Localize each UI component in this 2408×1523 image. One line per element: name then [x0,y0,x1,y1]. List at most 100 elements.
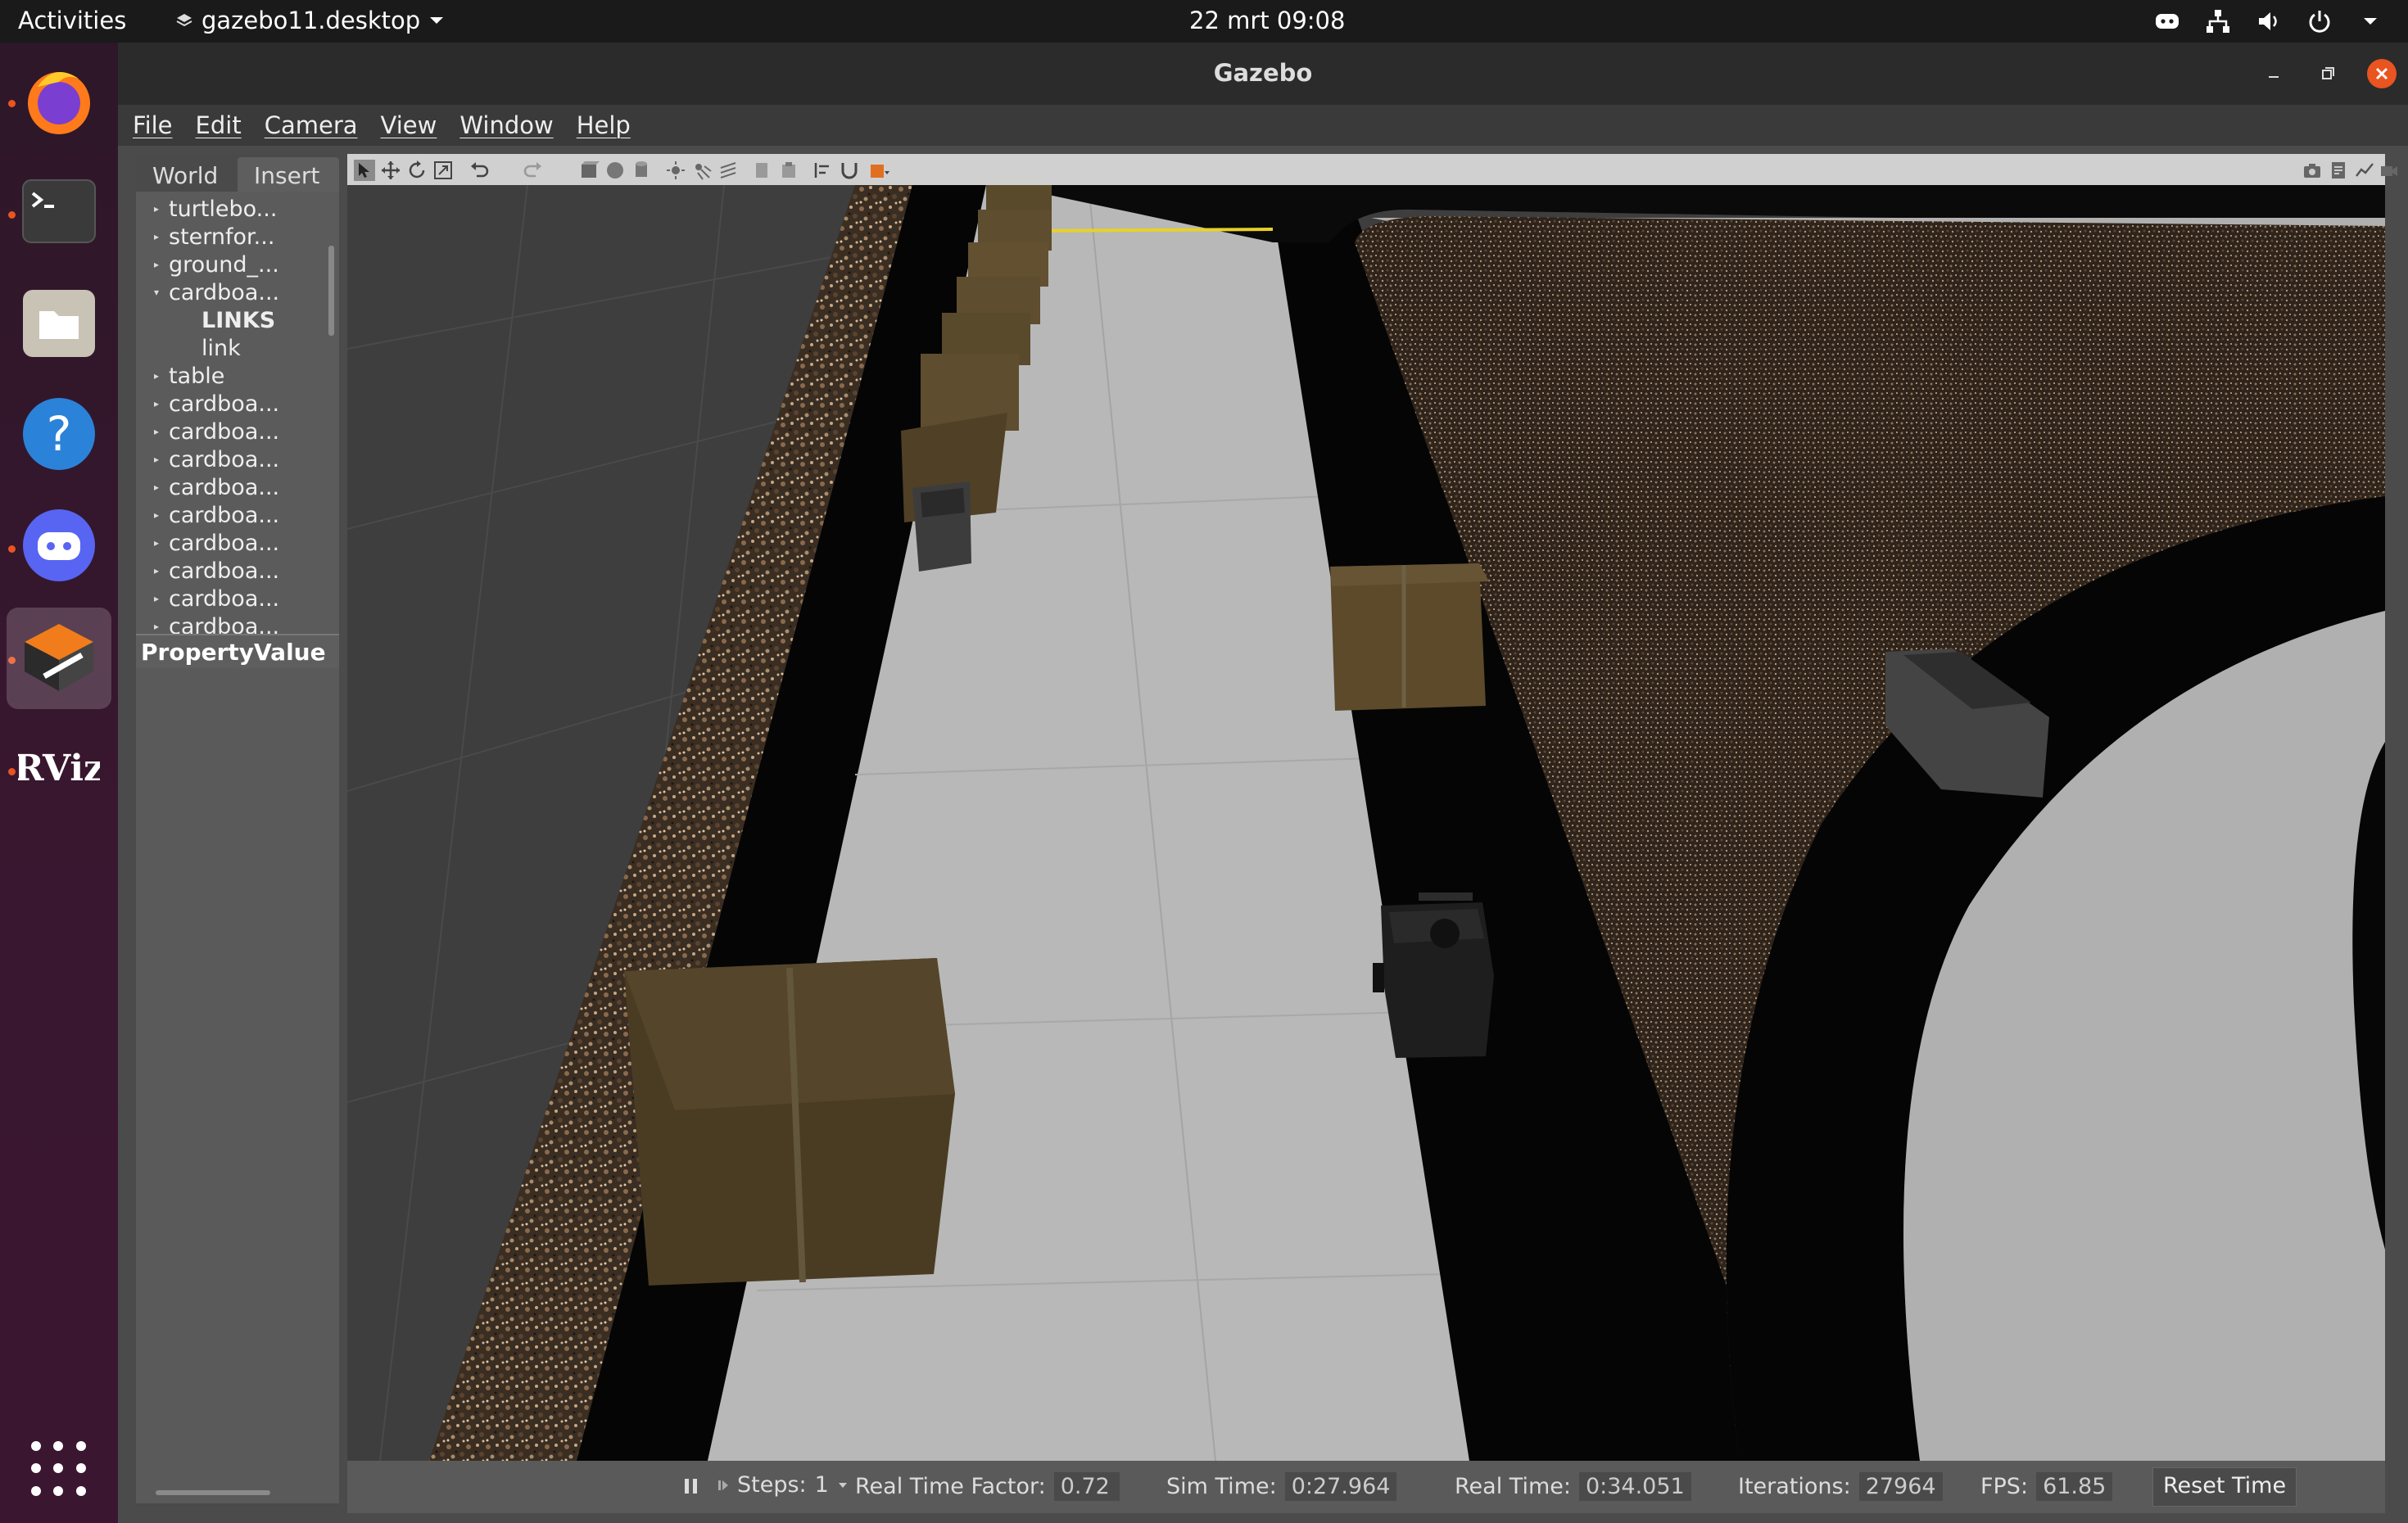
translate-mode-icon[interactable] [380,160,401,181]
reset-time-button[interactable]: Reset Time [2152,1467,2297,1507]
dock-terminal[interactable] [18,170,100,252]
tree-item[interactable]: ▸ cardboa... [136,612,279,635]
directional-light-icon[interactable] [717,160,739,181]
tree-item[interactable]: ▸ table [136,362,224,390]
screenshot-icon[interactable] [2302,160,2323,181]
menu-edit[interactable]: Edit [196,111,253,139]
running-indicator [8,545,16,553]
system-tray[interactable] [2154,8,2383,34]
expand-arrow-icon[interactable]: ▸ [136,259,169,270]
sphere-shape-icon[interactable] [604,160,626,181]
tree-item-label: turtlebo... [169,196,278,222]
menu-file[interactable]: File [133,111,184,139]
expand-arrow-icon[interactable]: ▸ [136,509,169,521]
menu-camera[interactable]: Camera [265,111,369,139]
menu-view[interactable]: View [381,111,449,139]
activities-button[interactable]: Activities [18,7,126,34]
point-light-icon[interactable] [665,160,686,181]
tree-item[interactable]: ▸ cardboa... [136,473,279,501]
video-record-icon[interactable] [2379,160,2400,181]
property-scrollbar[interactable] [156,1490,270,1495]
discord-icon[interactable] [2154,8,2180,34]
tree-item[interactable]: ▸ turtlebo... [136,195,277,223]
dock-rviz[interactable]: RViz [18,727,100,809]
dock-files[interactable] [18,282,100,364]
expand-arrow-icon[interactable]: ▸ [136,454,169,465]
power-icon[interactable] [2306,8,2333,34]
expand-arrow-icon[interactable]: ▸ [136,565,169,576]
paste-icon[interactable] [778,160,799,181]
expand-arrow-icon[interactable]: ▸ [136,370,169,382]
chevron-down-icon[interactable] [2357,8,2383,34]
show-apps-grid-icon[interactable] [31,1441,87,1497]
minimize-button[interactable] [2259,59,2288,88]
viewport-toolbar [347,154,2397,185]
align-icon[interactable] [812,160,834,181]
scene-render[interactable] [347,185,2385,1461]
expand-arrow-icon[interactable]: ▸ [136,231,169,242]
select-mode-icon[interactable] [354,160,375,181]
rotate-mode-icon[interactable] [406,160,428,181]
collapse-arrow-icon[interactable]: ▾ [136,287,169,298]
tree-item[interactable]: ▸ cardboa... [136,529,279,557]
tree-item-label: ground_... [169,251,279,278]
tree-item[interactable]: ▸ cardboa... [136,501,279,529]
dock-discord[interactable] [18,504,100,586]
network-icon[interactable] [2205,8,2231,34]
scale-mode-icon[interactable] [432,160,454,181]
app-menu[interactable]: gazebo11.desktop [175,7,445,34]
tree-item[interactable]: ▸ cardboa... [136,445,279,473]
dock-gazebo[interactable] [7,608,111,709]
plot-icon[interactable] [2354,160,2375,181]
help-icon: ? [23,398,95,470]
tab-world[interactable]: World [136,157,238,192]
tree-item-label: cardboa... [169,418,280,445]
expand-arrow-icon[interactable]: ▸ [136,203,169,215]
change-view-icon[interactable] [868,160,889,181]
tree-item[interactable]: ▸ cardboa... [136,585,279,612]
tree-item[interactable]: ▸ cardboa... [136,390,279,418]
world-tree[interactable]: ▸ cardboa... ▸ cardboa... ▸ cardboa... ▸ cardbo… [136,192,339,634]
steps-control[interactable]: Steps: 1 [717,1472,849,1498]
steps-value[interactable]: 1 [815,1472,829,1498]
menu-help[interactable]: Help [577,111,642,139]
dock-firefox[interactable] [18,59,100,141]
tree-item[interactable]: ▸ cardboa... [136,557,279,585]
undo-icon[interactable] [468,160,490,181]
fps-value: 61.85 [2036,1472,2113,1501]
tab-insert[interactable]: Insert [238,157,339,192]
expand-arrow-icon[interactable]: ▸ [136,481,169,493]
expand-arrow-icon[interactable]: ▸ [136,426,169,437]
expand-arrow-icon[interactable]: ▸ [136,593,169,604]
pause-icon[interactable] [681,1476,701,1497]
clock[interactable]: 22 mrt 09:08 [1189,7,1345,34]
log-icon[interactable] [2328,160,2349,181]
tree-item[interactable]: ▸ cardboa... [136,418,279,445]
cylinder-shape-icon[interactable] [631,160,652,181]
copy-icon[interactable] [752,160,773,181]
gazebo-window: Gazebo File Edit Camera View Window Help… [118,43,2408,1523]
tree-item[interactable]: LINKS [136,306,275,334]
box-shape-icon[interactable] [578,160,600,181]
spot-light-icon[interactable] [691,160,713,181]
tree-scrollbar[interactable] [328,246,334,336]
tree-item[interactable]: link [136,334,241,362]
3d-viewport[interactable] [347,185,2385,1461]
tree-item-label: link [201,335,241,361]
dock-help[interactable]: ? [18,393,100,475]
close-button[interactable] [2367,59,2397,88]
tree-item-label: cardboa... [169,279,280,305]
window-titlebar[interactable]: Gazebo [118,43,2408,105]
tree-item[interactable]: ▸ ground_... [136,251,279,278]
expand-arrow-icon[interactable]: ▸ [136,537,169,549]
maximize-button[interactable] [2313,59,2342,88]
expand-arrow-icon[interactable]: ▸ [136,621,169,632]
menu-window[interactable]: Window [459,111,564,139]
redo-icon[interactable] [523,160,544,181]
tree-item[interactable]: ▸ sternfor... [136,223,274,251]
expand-arrow-icon[interactable]: ▸ [136,398,169,409]
snap-icon[interactable] [839,160,860,181]
volume-icon[interactable] [2256,8,2282,34]
tree-item[interactable]: ▾ cardboa... [136,278,279,306]
iterations-value: 27964 [1858,1472,1943,1501]
